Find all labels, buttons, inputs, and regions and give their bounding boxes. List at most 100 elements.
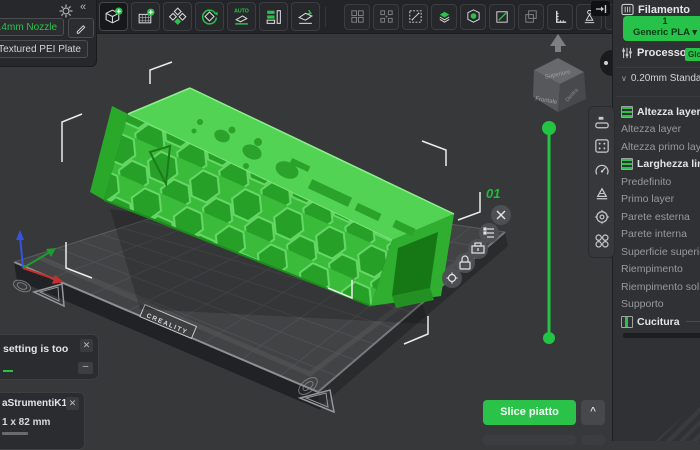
lay-on-face-icon	[296, 7, 315, 26]
settings-scrollbar[interactable]	[623, 333, 700, 338]
split-button[interactable]	[373, 4, 399, 30]
object-info-toast: aStrumentiK1 ✕ 1 x 82 mm	[0, 392, 85, 450]
setting-label: Superficie superiore	[621, 246, 700, 258]
setting-label: Altezza layer	[637, 106, 700, 118]
settings-section-cucitura[interactable]: Cucitura	[621, 313, 700, 331]
nav-arrow-up-icon[interactable]	[550, 34, 566, 52]
setting-label: Predefinito	[621, 176, 671, 188]
settings-item-superficie-superiore[interactable]: Superficie superiore	[621, 243, 700, 261]
auto-rotate-icon	[200, 7, 219, 26]
fill-color-icon	[264, 7, 283, 26]
variable-layer-button[interactable]	[460, 4, 486, 30]
warning-link[interactable]	[3, 361, 13, 372]
warning-toast: setting is too ✕ –	[0, 334, 99, 380]
warning-text: setting is too	[3, 343, 68, 355]
settings-item-predefinito[interactable]: Predefinito	[621, 173, 700, 191]
section-rule	[686, 321, 700, 322]
slider-handle-top[interactable]	[542, 121, 556, 135]
minimize-button[interactable]: –	[78, 362, 93, 374]
preset-value: 0.20mm Standard	[631, 73, 700, 84]
clone-button[interactable]	[518, 4, 544, 30]
settings-section-altezza-layer[interactable]: Altezza layer	[621, 103, 700, 121]
auto-arrange-button[interactable]	[163, 2, 192, 31]
settings-item-parete-interna[interactable]: Parete interna	[621, 226, 700, 244]
nozzle-field[interactable]: 0.4mm Nozzle	[0, 18, 64, 36]
cooling-category-icon[interactable]	[593, 208, 611, 226]
add-plate-button[interactable]	[131, 2, 160, 31]
variable-layer-icon	[465, 8, 482, 25]
print-plate-button[interactable]	[483, 435, 576, 445]
filament-slot: 1	[623, 16, 700, 27]
add-plate-icon	[136, 7, 155, 26]
plate-number: 01	[486, 186, 500, 201]
auto-rotate-button[interactable]	[195, 2, 224, 31]
divider	[615, 67, 700, 68]
plate-settings-button[interactable]	[442, 268, 462, 288]
settings-item-parete-esterna[interactable]: Parete esterna	[621, 208, 700, 226]
settings-item-altezza-primo-layer[interactable]: Altezza primo layer	[621, 138, 700, 156]
add-model-button[interactable]	[99, 2, 128, 31]
auto-orient-button[interactable]: AUTO	[227, 2, 256, 31]
plate-type-field[interactable]: Textured PEI Plate	[0, 40, 88, 58]
support-category-icon[interactable]	[593, 185, 611, 203]
select-grid-button[interactable]	[344, 4, 370, 30]
divider	[615, 96, 700, 97]
panel-collapse-top-button[interactable]	[591, 1, 610, 16]
add-model-icon	[104, 7, 123, 26]
process-scope-badge[interactable]: Globale	[685, 48, 700, 61]
filament-icon	[621, 3, 634, 16]
layers-section-icon	[621, 158, 633, 170]
draw-tool-icon	[494, 8, 511, 25]
setting-label: Altezza primo layer	[621, 141, 700, 153]
object-name: aStrumentiK1	[2, 398, 67, 409]
panel-corner-texture	[655, 401, 700, 441]
cut-button[interactable]	[431, 4, 457, 30]
measure-button[interactable]	[547, 4, 573, 30]
printer-panel: « 0.4mm Nozzle Textured PEI Plate	[0, 0, 97, 67]
panel-collapse-button[interactable]: «	[80, 1, 86, 13]
layer-slider[interactable]	[542, 121, 556, 344]
select-grid-icon	[349, 8, 366, 25]
setting-label: Riempimento solido	[621, 281, 700, 293]
process-title: Processo	[637, 47, 687, 59]
settings-item-primo-layer[interactable]: Primo layer	[621, 191, 700, 209]
svg-text:AUTO: AUTO	[234, 8, 249, 14]
slider-handle-bottom[interactable]	[543, 332, 555, 344]
settings-item-riempimento[interactable]: Riempimento	[621, 261, 700, 279]
settings-item-altezza-layer[interactable]: Altezza layer	[621, 121, 700, 139]
filament-selector[interactable]: 1 Generic PLA ▾	[623, 16, 700, 41]
strength-category-icon[interactable]	[593, 137, 611, 155]
preset-dropdown[interactable]: ∨ 0.20mm Standard	[621, 73, 700, 84]
lay-on-face-button[interactable]	[291, 2, 320, 31]
auto-arrange-icon	[168, 7, 187, 26]
nav-cube[interactable]: Superiore Frontale Destra	[533, 34, 586, 112]
close-icon[interactable]: ✕	[80, 339, 93, 352]
process-header: Processo	[621, 47, 687, 59]
setting-label: Altezza layer	[621, 123, 681, 135]
plate-delete-button[interactable]	[491, 205, 511, 225]
sliders-icon	[621, 47, 633, 59]
fill-color-button[interactable]	[259, 2, 288, 31]
edit-nozzle-button[interactable]	[68, 18, 94, 38]
speed-category-icon[interactable]	[593, 161, 611, 179]
slice-plate-button[interactable]: Slice piatto	[483, 400, 576, 425]
print-options-button[interactable]	[581, 435, 605, 445]
others-category-icon[interactable]	[593, 232, 611, 250]
filament-material[interactable]: Generic PLA ▾	[623, 27, 700, 39]
slice-options-button[interactable]: ^	[581, 400, 605, 425]
seam-section-icon	[621, 316, 633, 328]
layers-section-icon	[621, 106, 633, 118]
settings-section-larghezza-linea[interactable]: Larghezza linea	[621, 156, 700, 174]
setting-label: Parete esterna	[621, 211, 690, 223]
settings-item-riempimento-solido[interactable]: Riempimento solido	[621, 278, 700, 296]
object-size: 1 x 82 mm	[2, 417, 50, 428]
gear-icon[interactable]	[59, 4, 73, 18]
quality-category-icon[interactable]	[593, 114, 611, 132]
draw-tool-button[interactable]	[489, 4, 515, 30]
setting-label: Cucitura	[637, 316, 680, 328]
scale-button[interactable]	[402, 4, 428, 30]
setting-label: Parete interna	[621, 228, 687, 240]
close-icon[interactable]: ✕	[66, 397, 79, 410]
scale-icon	[407, 8, 424, 25]
settings-item-supporto[interactable]: Supporto	[621, 296, 700, 314]
